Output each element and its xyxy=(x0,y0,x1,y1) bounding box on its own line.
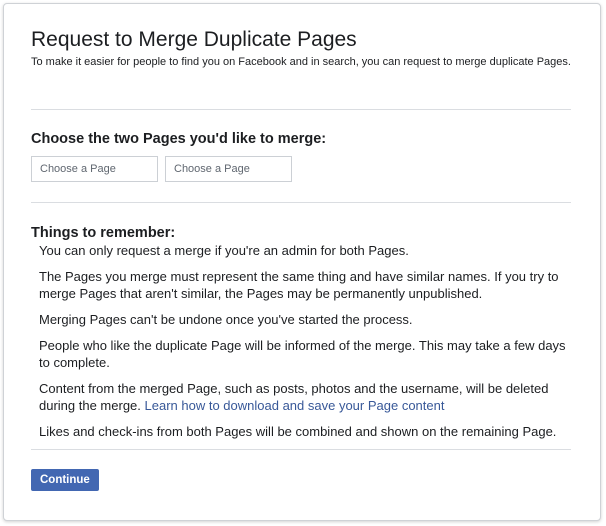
list-item: Likes and check-ins from both Pages will… xyxy=(39,424,557,439)
page-picker-row xyxy=(31,156,573,182)
list-item: You can only request a merge if you're a… xyxy=(39,243,409,258)
merge-section-heading: Choose the two Pages you'd like to merge… xyxy=(31,131,327,147)
download-content-link[interactable]: Learn how to download and save your Page… xyxy=(145,398,445,413)
second-page-picker[interactable] xyxy=(165,156,292,182)
page-title: Request to Merge Duplicate Pages xyxy=(31,28,357,51)
divider xyxy=(31,449,571,450)
list-item: Merging Pages can't be undone once you'v… xyxy=(39,312,413,327)
dialog-content: Request to Merge Duplicate Pages To make… xyxy=(31,26,573,491)
remember-list: You can only request a merge if you're a… xyxy=(31,242,573,440)
remember-section-heading: Things to remember: xyxy=(31,225,176,241)
list-item: The Pages you merge must represent the s… xyxy=(39,269,559,301)
list-item: Content from the merged Page, such as po… xyxy=(39,380,573,414)
merge-dialog: Request to Merge Duplicate Pages To make… xyxy=(3,3,601,521)
divider xyxy=(31,202,571,203)
dialog-subtitle: To make it easier for people to find you… xyxy=(31,56,571,68)
first-page-picker[interactable] xyxy=(31,156,158,182)
continue-button[interactable]: Continue xyxy=(31,469,99,491)
divider xyxy=(31,109,571,110)
list-item: People who like the duplicate Page will … xyxy=(39,338,566,370)
